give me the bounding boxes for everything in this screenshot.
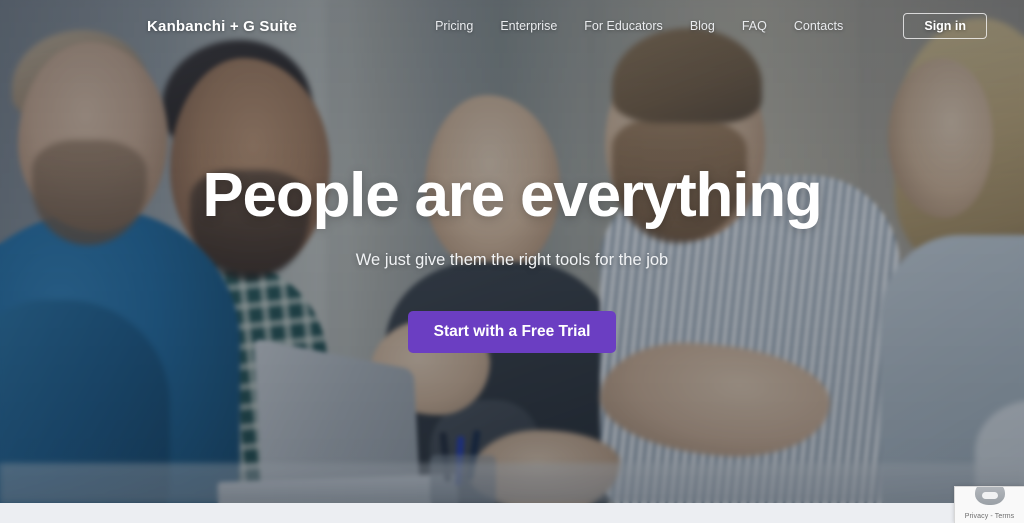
nav-item-contacts[interactable]: Contacts	[794, 19, 843, 33]
recaptcha-icon	[974, 487, 1005, 505]
nav-item-pricing[interactable]: Pricing	[435, 19, 473, 33]
main-navigation: Pricing Enterprise For Educators Blog FA…	[435, 19, 843, 33]
hero-content: People are everything We just give them …	[0, 0, 1024, 523]
landing-page: Kanbanchi + G Suite Pricing Enterprise F…	[0, 0, 1024, 523]
hero-headline: People are everything	[202, 161, 822, 230]
start-free-trial-button[interactable]: Start with a Free Trial	[407, 311, 617, 353]
recaptcha-privacy-terms[interactable]: Privacy - Terms	[965, 513, 1015, 520]
nav-item-blog[interactable]: Blog	[690, 19, 715, 33]
nav-item-for-educators[interactable]: For Educators	[584, 19, 663, 33]
nav-item-faq[interactable]: FAQ	[742, 19, 767, 33]
site-header: Kanbanchi + G Suite Pricing Enterprise F…	[0, 0, 1024, 52]
nav-item-enterprise[interactable]: Enterprise	[500, 19, 557, 33]
page-content-strip	[0, 503, 1024, 523]
sign-in-button[interactable]: Sign in	[903, 13, 988, 39]
recaptcha-badge[interactable]: Privacy - Terms	[954, 486, 1024, 523]
site-logo[interactable]: Kanbanchi + G Suite	[147, 18, 297, 35]
hero-subtitle: We just give them the right tools for th…	[355, 251, 669, 269]
